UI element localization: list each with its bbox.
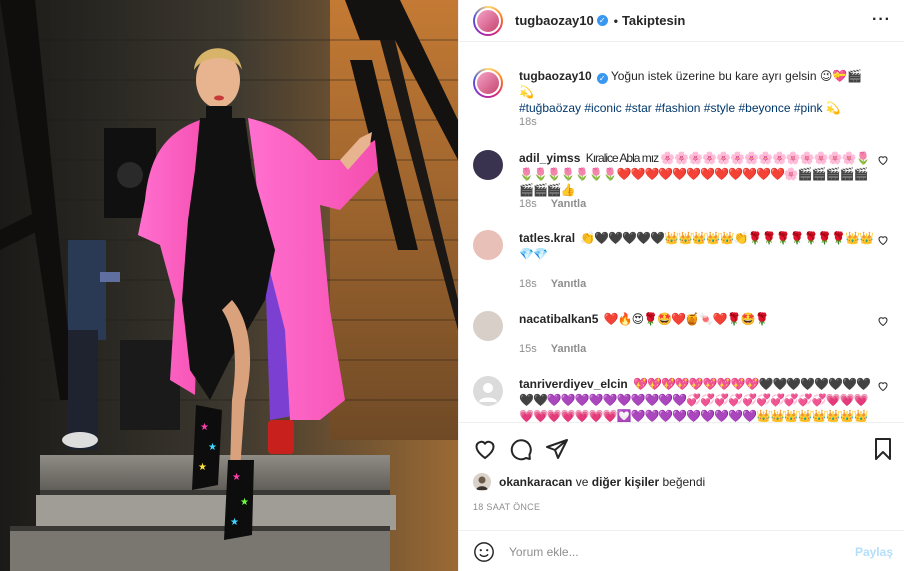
caption-meta: 18s (519, 116, 537, 128)
verified-badge-icon: ✓ (596, 15, 608, 26)
reply-button[interactable]: Yanıtla (551, 278, 586, 290)
comment-like-heart-icon[interactable] (877, 154, 889, 166)
comment-meta: 18s Yanıtla (519, 198, 586, 210)
add-comment-bar: Paylaş (459, 530, 904, 571)
post-header: tugbaozay10 ✓ • Takiptesin ··· (459, 0, 904, 42)
comment-icon[interactable] (509, 437, 533, 461)
comment-meta: 15s Yanıtla (519, 343, 586, 355)
comment-username[interactable]: adil_yimss (519, 151, 580, 165)
comment-input[interactable] (509, 541, 829, 563)
likes-connector: ve (575, 475, 589, 489)
caption-avatar[interactable] (473, 68, 503, 98)
svg-text:★: ★ (198, 462, 207, 473)
likes-suffix: beğendi (662, 475, 706, 489)
comment-meta: 18s Yanıtla (519, 278, 586, 290)
comment-item: tatles.kral 👏🖤🖤🖤🖤🖤👑👑👑👑👑👏🌹🌹🌹🌹🌹🌹🌹👑👑💎💎 18s … (473, 230, 893, 292)
liker-username[interactable]: okankaracan (499, 475, 572, 489)
author-avatar[interactable] (473, 5, 503, 36)
comment-body: tatles.kral 👏🖤🖤🖤🖤🖤👑👑👑👑👑👏🌹🌹🌹🌹🌹🌹🌹👑👑💎💎 (519, 230, 875, 262)
caption-hashtags[interactable]: #tuğbaözay #iconic #star #fashion #style… (519, 101, 841, 115)
commenter-avatar[interactable] (473, 311, 503, 341)
heart-icon[interactable] (473, 437, 497, 461)
verified-badge-icon: ✓ (596, 73, 608, 84)
comment-like-heart-icon[interactable] (877, 234, 889, 246)
action-bar (459, 422, 904, 468)
likes-summary: okankaracan ve diğer kişiler beğendi (473, 473, 705, 491)
caption: tugbaozay10 ✓ Yoğun istek üzerine bu kare… (473, 68, 893, 128)
reply-button[interactable]: Yanıtla (551, 343, 586, 355)
svg-text:★: ★ (230, 517, 239, 528)
comment-text: ❤️🔥😍🌹🤩❤️🍯🍬❤️🌹🤩🌹 (603, 312, 770, 326)
post-photo[interactable]: ★ ★ ★ ★ ★ ★ (0, 0, 458, 571)
comment-username[interactable]: tatles.kral (519, 231, 575, 245)
svg-text:★: ★ (240, 497, 249, 508)
commenter-avatar[interactable] (473, 230, 503, 260)
caption-body: tugbaozay10 ✓ Yoğun istek üzerine bu kare… (519, 68, 875, 116)
svg-text:★: ★ (200, 422, 209, 433)
comment-item: tanriverdiyev_elcin 💖💖💖💖💖💖💖💖💖🖤🖤🖤🖤🖤🖤🖤🖤🖤🖤💜… (473, 376, 893, 422)
comment-time[interactable]: 18s (519, 278, 537, 290)
bookmark-icon[interactable] (871, 437, 895, 461)
comment-time[interactable]: 15s (519, 343, 537, 355)
likes-others-link[interactable]: diğer kişiler (592, 475, 659, 489)
comment-time[interactable]: 18s (519, 198, 537, 210)
smiley-icon[interactable] (473, 541, 495, 563)
follow-status-button[interactable]: Takiptesin (622, 13, 685, 28)
comment-item: nacatibalkan5 ❤️🔥😍🌹🤩❤️🍯🍬❤️🌹🤩🌹 15s Yanıtl… (473, 311, 893, 357)
post-comment-button[interactable]: Paylaş (855, 545, 893, 559)
comment-username[interactable]: nacatibalkan5 (519, 312, 598, 326)
comment-username[interactable]: tanriverdiyev_elcin (519, 377, 628, 391)
reply-button[interactable]: Yanıtla (551, 198, 586, 210)
default-user-icon (479, 383, 497, 402)
separator-dot: • (613, 13, 618, 28)
more-horizontal-icon[interactable]: ··· (872, 12, 891, 28)
comments-list[interactable]: tugbaozay10 ✓ Yoğun istek üzerine bu kare… (459, 56, 904, 422)
author-username[interactable]: tugbaozay10 (515, 13, 594, 28)
post-details-panel: tugbaozay10 ✓ • Takiptesin ··· tugbaozay… (458, 0, 904, 571)
commenter-avatar[interactable] (473, 376, 503, 406)
comment-body: adil_yimss Kıralice Abla mız 🌸🌸🌸🌸🌸🌸🌸🌸🌸🌸🌸… (519, 150, 875, 198)
svg-text:★: ★ (232, 472, 241, 483)
caption-time[interactable]: 18s (519, 116, 537, 128)
post-image: ★ ★ ★ ★ ★ ★ (0, 0, 458, 571)
caption-username[interactable]: tugbaozay10 (519, 69, 592, 83)
commenter-avatar[interactable] (473, 150, 503, 180)
comment-body: tanriverdiyev_elcin 💖💖💖💖💖💖💖💖💖🖤🖤🖤🖤🖤🖤🖤🖤🖤🖤💜… (519, 376, 875, 422)
comment-body: nacatibalkan5 ❤️🔥😍🌹🤩❤️🍯🍬❤️🌹🤩🌹 (519, 311, 875, 327)
comment-like-heart-icon[interactable] (877, 380, 889, 392)
svg-text:★: ★ (208, 442, 217, 453)
comment-like-heart-icon[interactable] (877, 315, 889, 327)
paper-plane-icon[interactable] (545, 437, 569, 461)
comment-item: adil_yimss Kıralice Abla mız 🌸🌸🌸🌸🌸🌸🌸🌸🌸🌸🌸… (473, 150, 893, 212)
post-timestamp[interactable]: 18 SAAT ÖNCE (473, 502, 540, 512)
liker-avatar[interactable] (473, 473, 491, 491)
